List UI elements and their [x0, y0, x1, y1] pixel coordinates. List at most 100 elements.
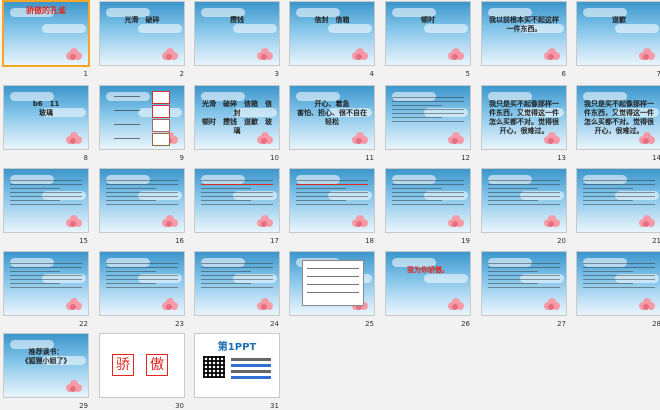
text-lines — [201, 177, 273, 207]
slide-thumbnail[interactable] — [577, 252, 660, 315]
slide-text: 开心、着急 害怕、担心、很不自在 轻松 — [297, 100, 367, 127]
vocab-image — [152, 105, 170, 118]
slide-number: 8 — [83, 154, 88, 162]
text-lines — [10, 260, 82, 290]
slide-thumbnail[interactable]: 我只是买不起像那样一件东西，又觉得这一件怎么买都不对。觉得很开心，很难过。 — [482, 86, 566, 149]
slide-thumbnail[interactable]: 顿时 — [386, 2, 470, 65]
flower-icon — [639, 298, 655, 312]
slide-thumbnail[interactable] — [100, 86, 184, 149]
cloud-decoration — [138, 24, 182, 33]
slide-thumbnail[interactable] — [100, 169, 184, 232]
slide-number: 27 — [557, 320, 566, 328]
slide-thumbnail[interactable] — [290, 169, 374, 232]
slide-number: 6 — [561, 70, 566, 78]
slide-text: 我只是买不起像那样一件东西，又觉得这一件怎么买都不对。觉得很开心，很难过。 — [584, 100, 654, 136]
slide-thumbnail[interactable]: 我只是买不起像那样一件东西，又觉得这一件怎么买都不对。觉得很开心，很难过。 — [577, 86, 660, 149]
flower-icon — [66, 298, 82, 312]
flower-icon — [162, 48, 178, 62]
flower-icon — [544, 215, 560, 229]
slide-text: 我以前根本买不起这样一件东西。 — [489, 16, 559, 34]
text-lines — [10, 177, 82, 207]
letter-card — [302, 260, 364, 306]
slide-number: 23 — [175, 320, 184, 328]
flower-icon — [448, 132, 464, 146]
slide-number: 30 — [175, 402, 184, 410]
flower-icon — [639, 48, 655, 62]
slide-thumbnail[interactable]: 我以前根本买不起这样一件东西。 — [482, 2, 566, 65]
slide-number: 7 — [656, 70, 660, 78]
slide-number: 9 — [179, 154, 184, 162]
flower-icon — [544, 48, 560, 62]
slide-number: 13 — [557, 154, 566, 162]
vocab-line — [114, 96, 140, 98]
slide-thumbnail[interactable]: 攒钱 — [195, 2, 279, 65]
flower-icon — [448, 48, 464, 62]
slide-thumbnail[interactable] — [100, 252, 184, 315]
cloud-decoration — [233, 24, 277, 33]
slide-number: 18 — [365, 237, 374, 245]
slide-number: 24 — [270, 320, 279, 328]
slide-thumbnail[interactable] — [195, 169, 279, 232]
slide-number: 26 — [461, 320, 470, 328]
flower-icon — [257, 48, 273, 62]
slide-thumbnail[interactable] — [577, 169, 660, 232]
flower-icon — [257, 298, 273, 312]
text-lines — [106, 260, 178, 290]
slide-thumbnail[interactable] — [4, 169, 88, 232]
slide-number: 17 — [270, 237, 279, 245]
slide-thumbnail[interactable] — [482, 169, 566, 232]
slide-thumbnail[interactable] — [386, 169, 470, 232]
slide-number: 20 — [557, 237, 566, 245]
slide-thumbnail[interactable]: 骄傲的孔雀 — [4, 2, 88, 65]
slide-text: 推荐读书： 《狐狸小姐了》 — [21, 348, 71, 366]
slide-text: 我为你骄傲。 — [407, 266, 449, 274]
text-lines — [583, 260, 655, 290]
flower-icon — [257, 215, 273, 229]
slide-thumbnail[interactable]: 我为你骄傲。 — [386, 252, 470, 315]
text-lines — [488, 260, 560, 290]
slide-number: 22 — [79, 320, 88, 328]
slide-thumbnail[interactable]: 光滑 破碎 信箱 信封 顿时 攒钱 道歉 玻璃 — [195, 86, 279, 149]
slide-thumbnail[interactable]: 道歉 — [577, 2, 660, 65]
flower-icon — [352, 48, 368, 62]
promo-line — [231, 364, 271, 367]
text-lines — [106, 177, 178, 207]
slide-number: 10 — [270, 154, 279, 162]
flower-icon — [66, 132, 82, 146]
slide-number: 16 — [175, 237, 184, 245]
vocab-image — [152, 91, 170, 104]
slide-text: 光滑 破碎 信箱 信封 顿时 攒钱 道歉 玻璃 — [202, 100, 272, 136]
slide-thumbnail[interactable]: 开心、着急 害怕、担心、很不自在 轻松 — [290, 86, 374, 149]
slide-number: 21 — [652, 237, 660, 245]
slide-thumbnail[interactable]: b6 11 玻璃 — [4, 86, 88, 149]
slide-text: 道歉 — [612, 16, 626, 24]
slide-thumbnail[interactable] — [386, 86, 470, 149]
slide-number: 28 — [652, 320, 660, 328]
slide-number: 12 — [461, 154, 470, 162]
slide-thumbnail[interactable] — [195, 252, 279, 315]
slide-text: b6 11 玻璃 — [32, 100, 60, 118]
character-box: 傲 — [146, 354, 168, 376]
slide-thumbnail[interactable]: 第1PPT — [195, 334, 279, 397]
slide-thumbnail[interactable]: 骄傲 — [100, 334, 184, 397]
slide-number: 5 — [465, 70, 470, 78]
flower-icon — [448, 215, 464, 229]
slide-number: 2 — [179, 70, 184, 78]
slide-number: 1 — [83, 70, 88, 78]
flower-icon — [352, 132, 368, 146]
slide-thumbnail[interactable] — [4, 252, 88, 315]
slide-thumbnail[interactable]: 光滑 破碎 — [100, 2, 184, 65]
slide-thumbnail[interactable] — [290, 252, 374, 315]
slide-thumbnail[interactable]: 信封 信箱 — [290, 2, 374, 65]
slide-text: 信封 信箱 — [314, 16, 350, 24]
slide-thumbnail[interactable] — [482, 252, 566, 315]
vocab-image — [152, 119, 170, 132]
slide-thumbnail[interactable]: 推荐读书： 《狐狸小姐了》 — [4, 334, 88, 397]
slide-number: 4 — [369, 70, 374, 78]
text-lines — [392, 177, 464, 207]
slide-text: 顿时 — [421, 16, 435, 24]
text-lines — [488, 177, 560, 207]
text-lines — [583, 177, 655, 207]
vocab-line — [114, 110, 140, 112]
flower-icon — [66, 215, 82, 229]
